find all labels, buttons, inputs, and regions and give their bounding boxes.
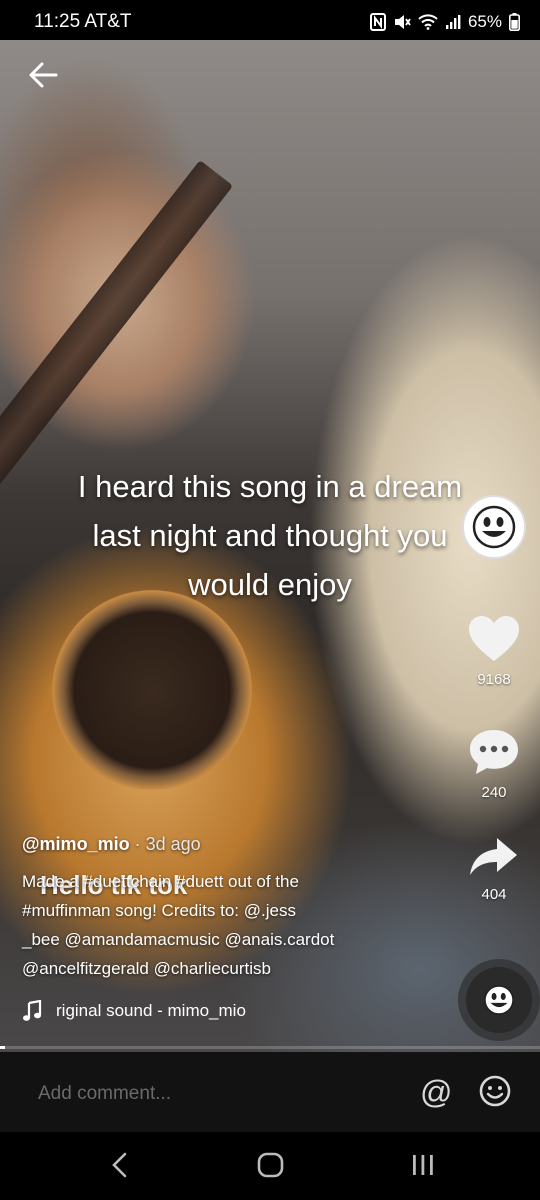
cartoon-face-icon [472,505,516,549]
sound-link[interactable]: riginal sound - mimo_mio [22,1000,246,1022]
post-age: · 3d ago [129,834,201,854]
author-line: @mimo_mio · 3d ago [22,830,422,859]
share-count: 404 [481,886,507,903]
like-count: 9168 [477,671,511,688]
video-caption: I heard this song in a dream last night … [0,462,540,609]
share-arrow-icon [470,838,517,875]
signal-icon [445,15,461,29]
comment-input[interactable] [36,1076,400,1112]
post-info: @mimo_mio · 3d ago Made a #duettchain #d… [22,830,422,983]
video-frame-detail [52,590,252,790]
battery-icon [509,13,520,31]
share-button[interactable]: 404 [462,835,526,903]
description-line: _bee @amandamacmusic @anais.cardot [22,930,335,949]
sound-name: riginal sound - mimo_mio [56,1001,246,1020]
description-line: @ancelfitzgerald @charliecurtisb [22,959,272,978]
wifi-icon [418,14,438,30]
battery-percent: 65% [467,12,502,31]
sound-disc[interactable] [466,967,532,1033]
comment-bubble-icon [470,730,518,774]
nav-home-icon[interactable] [256,1150,286,1180]
back-arrow-icon[interactable] [26,58,60,92]
author-username[interactable]: @mimo_mio [22,834,130,854]
mute-icon [394,15,411,29]
comment-button[interactable]: 240 [462,727,526,801]
caption-line: I heard this song in a dream [77,469,463,504]
post-description: Made a #duettchain #duett out of the #mu… [22,867,422,983]
emoji-icon[interactable] [478,1074,512,1108]
nav-recents-icon[interactable] [408,1150,438,1180]
video-progress-fill [0,1046,6,1049]
status-bar: 11:25 AT&T 65% [0,0,540,44]
comment-bar: @ [0,1052,540,1132]
comment-count: 240 [481,784,507,801]
creator-avatar[interactable] [462,495,526,567]
avatar [462,495,526,559]
music-note-icon [23,1000,42,1021]
video-progress-bar[interactable] [0,1046,540,1049]
like-button[interactable]: 9168 [462,614,526,688]
heart-icon [469,616,519,661]
description-line: Made a #duettchain #duett out of the [22,872,299,891]
mention-button[interactable]: @ [420,1074,452,1110]
caption-line: last night and thought you [92,518,448,553]
nfc-icon [369,13,386,31]
nav-back-icon[interactable] [108,1150,132,1180]
description-line: #muffinman song! Credits to: @.jess [22,901,296,920]
status-time-carrier: 11:25 AT&T [34,11,132,32]
system-nav-bar [0,1132,540,1200]
caption-line: would enjoy [188,567,352,602]
cartoon-face-icon [483,984,515,1016]
status-icons: 65% [369,12,520,32]
